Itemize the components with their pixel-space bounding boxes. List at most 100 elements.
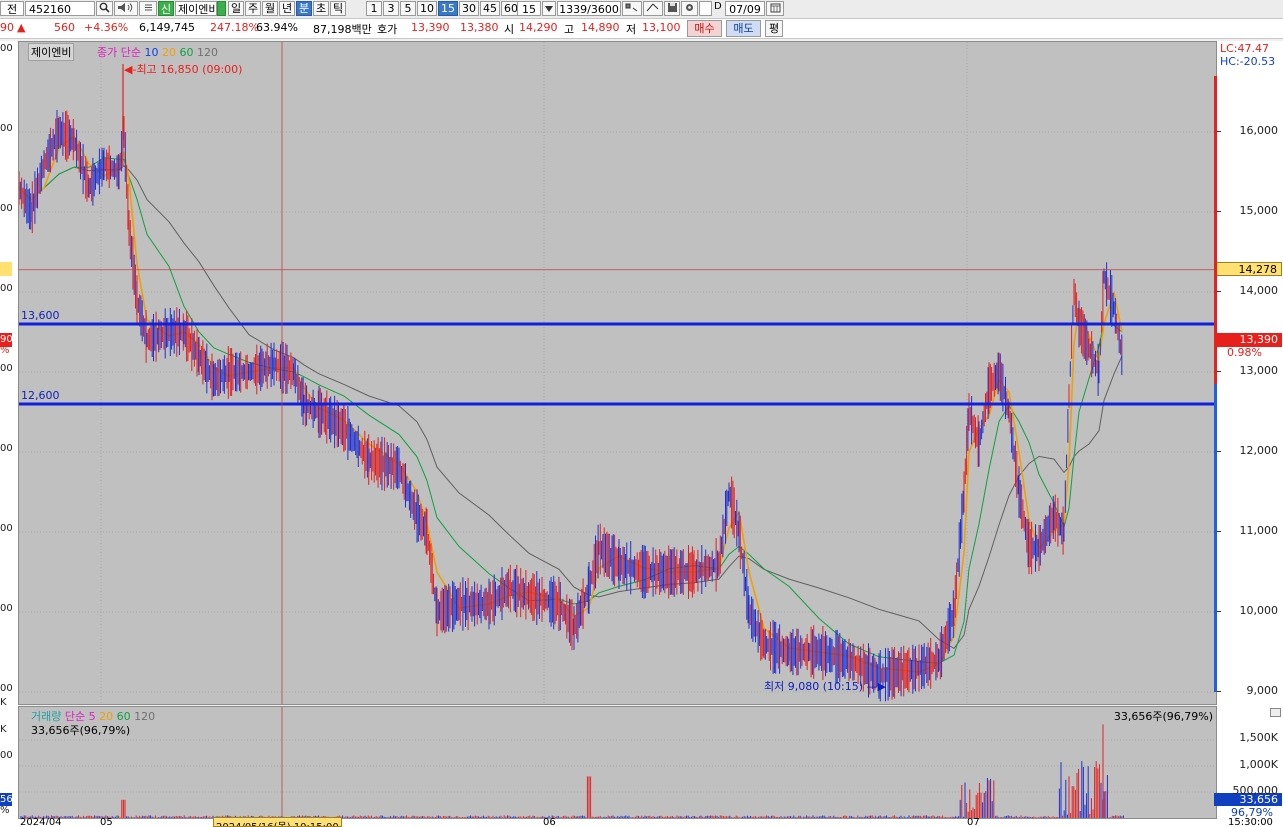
period-second-button[interactable]: 초 bbox=[313, 1, 329, 16]
ma-legend-60: 60 bbox=[179, 46, 194, 59]
panel-toggle-icon[interactable] bbox=[1270, 708, 1281, 717]
low-marker-text: 최저 9,080 (10:15) bbox=[764, 680, 864, 693]
x-axis: 2024/04 05 06 07 2024/05/16(목) 10:15:00 … bbox=[0, 817, 1283, 827]
period-checkbox[interactable] bbox=[699, 1, 712, 16]
left-axis-label: 00 bbox=[0, 683, 13, 694]
y-tick-label: 10,000 bbox=[1239, 604, 1279, 617]
new-listing-badge: 신 bbox=[158, 1, 174, 16]
calendar-icon[interactable] bbox=[766, 1, 784, 16]
interval-5-button[interactable]: 5 bbox=[400, 1, 416, 16]
y-tick-label: 12,000 bbox=[1239, 444, 1279, 457]
interval-3-button[interactable]: 3 bbox=[383, 1, 399, 16]
low-marker: 최저 9,080 (10:15) —▶ bbox=[764, 678, 886, 694]
chevron-down-icon[interactable] bbox=[542, 1, 556, 16]
change-amount: 560 bbox=[54, 21, 75, 34]
period-day-button[interactable]: 일 bbox=[228, 1, 244, 16]
period-year-button[interactable]: 년 bbox=[279, 1, 295, 16]
data-count-field[interactable]: 1339/3600 bbox=[557, 1, 621, 16]
ma-legend-title: 종가 단순 bbox=[97, 46, 141, 59]
open-price: 14,290 bbox=[519, 21, 558, 34]
buy-button[interactable]: 매수 bbox=[687, 20, 722, 37]
y-tick-mark bbox=[1217, 611, 1221, 612]
save-icon[interactable] bbox=[664, 1, 680, 16]
quote-label: 호가 bbox=[377, 23, 398, 36]
interval-10-button[interactable]: 10 bbox=[417, 1, 437, 16]
price-clip: 90 bbox=[0, 21, 14, 34]
left-axis-label: 00 bbox=[0, 203, 13, 214]
menu-icon[interactable] bbox=[139, 1, 157, 16]
range-bar-down bbox=[1214, 384, 1217, 692]
search-icon[interactable] bbox=[96, 1, 113, 16]
eval-button[interactable]: 평 bbox=[765, 20, 783, 37]
y-tick-label: 16,000 bbox=[1239, 124, 1279, 137]
left-crosshair-marker bbox=[0, 262, 12, 276]
x-label-jun: 06 bbox=[543, 817, 556, 825]
ma-legend-10: 10 bbox=[144, 46, 159, 59]
y-tick-mark bbox=[1217, 131, 1221, 132]
period-minute-button[interactable]: 분 bbox=[296, 1, 312, 16]
volume-y-tick: 500,000 bbox=[1232, 784, 1279, 797]
volume-current-right: 33,656주(96,79%) bbox=[1113, 710, 1213, 723]
gear-icon[interactable] bbox=[681, 1, 698, 16]
interval-30-button[interactable]: 30 bbox=[459, 1, 479, 16]
period-month-button[interactable]: 월 bbox=[262, 1, 278, 16]
volume-chart[interactable]: 거래량 단순 5 20 60 120 33,656주(96,79%) 33,65… bbox=[18, 706, 1217, 819]
y-tick-mark bbox=[1217, 291, 1221, 292]
chart-stock-label: 제이엔비 bbox=[28, 43, 75, 61]
date-field[interactable]: 07/09 bbox=[725, 1, 765, 16]
hline-12600-label: 12,600 bbox=[21, 389, 60, 402]
range-bar-up bbox=[1214, 76, 1217, 384]
zoom-out-icon[interactable] bbox=[643, 1, 663, 16]
toolbar: 전 452160 신 제이엔비 일주월년분초틱 1 3 5 10 15 30 45 60 15… bbox=[0, 0, 1283, 19]
volume-ma-120: 120 bbox=[134, 710, 156, 723]
volume-chart-canvas bbox=[19, 707, 1216, 818]
zoom-in-icon[interactable] bbox=[622, 1, 642, 16]
left-current-pct: % bbox=[0, 345, 10, 356]
high-marker: ◀-최고 16,850 (09:00) bbox=[124, 61, 242, 77]
interval-45-button[interactable]: 45 bbox=[480, 1, 500, 16]
y-tick-mark bbox=[1217, 371, 1221, 372]
right-axis: LC:47.47 HC:-20.53 14,278 13,390 0.98% 3… bbox=[1214, 41, 1283, 819]
y-tick-label: 9,000 bbox=[1246, 684, 1279, 697]
x-label-jul: 07 bbox=[967, 817, 980, 825]
ask-price: 13,390 bbox=[411, 21, 450, 34]
left-arrow-icon: ◀- bbox=[124, 63, 137, 76]
speaker-icon[interactable] bbox=[114, 1, 138, 16]
high-price: 14,890 bbox=[581, 21, 620, 34]
left-axis-label: 00 bbox=[0, 443, 13, 454]
interval-1-button[interactable]: 1 bbox=[366, 1, 382, 16]
current-time: 15:30:00 bbox=[1228, 817, 1273, 825]
interval-15-button[interactable]: 15 bbox=[438, 1, 458, 16]
lc-indicator: LC:47.47 bbox=[1220, 42, 1270, 55]
price-chart[interactable]: 제이엔비 종가 단순 10 20 60 120 ◀-최고 16,850 (09:… bbox=[18, 41, 1217, 705]
hc-indicator: HC:-20.53 bbox=[1220, 55, 1276, 68]
interval-select[interactable]: 15 bbox=[517, 1, 541, 16]
crosshair-time-label: 2024/05/16(목) 10:15:00 bbox=[213, 817, 342, 827]
period-tick-button[interactable]: 틱 bbox=[330, 1, 346, 16]
high-label: 고 bbox=[564, 23, 575, 36]
y-tick-label: 13,000 bbox=[1239, 364, 1279, 377]
right-arrow-icon: —▶ bbox=[863, 680, 886, 693]
stock-name-field[interactable]: 제이엔비 bbox=[175, 1, 217, 16]
left-axis: 00 00 00 00 00 00 00 00 00 90% K K 00 56% bbox=[0, 41, 18, 819]
volume-y-tick: 1,000K bbox=[1239, 758, 1278, 771]
ma-legend: 종가 단순 10 20 60 120 bbox=[97, 44, 218, 60]
y-tick-mark bbox=[1217, 211, 1221, 212]
high-marker-text: 최고 16,850 (09:00) bbox=[136, 63, 243, 76]
y-tick-mark bbox=[1217, 691, 1221, 692]
code-input[interactable]: 452160 bbox=[25, 1, 95, 16]
left-axis-label: 00 bbox=[0, 43, 13, 54]
volume-y-tick: 1,500K bbox=[1239, 731, 1278, 744]
ma-legend-20: 20 bbox=[161, 46, 176, 59]
y-tick-label: 14,000 bbox=[1239, 284, 1279, 297]
volume-ratio: 247.18% bbox=[210, 21, 259, 34]
left-axis-label: 00 bbox=[0, 363, 13, 374]
open-label: 시 bbox=[504, 23, 515, 36]
mode-select[interactable]: 전 bbox=[0, 1, 24, 16]
price-chart-canvas bbox=[19, 42, 1216, 704]
x-label-may: 05 bbox=[100, 817, 113, 825]
stock-flag-icon bbox=[217, 1, 226, 16]
sell-button[interactable]: 매도 bbox=[726, 20, 761, 37]
period-week-button[interactable]: 주 bbox=[245, 1, 261, 16]
y-tick-label: 15,000 bbox=[1239, 204, 1279, 217]
